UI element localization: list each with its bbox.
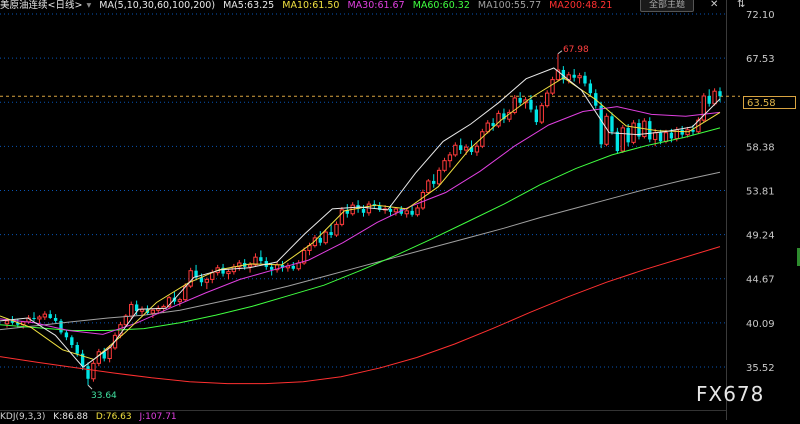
candle-body [32,317,36,319]
candle-body [415,207,420,216]
candle-body [680,129,684,135]
candle-body [318,237,322,243]
candle-body [518,97,522,103]
candle-body [123,315,129,326]
candle-body [204,278,210,283]
candle-body [653,132,658,140]
kdj-label: KDJ(9,3,3) [0,412,46,422]
candle-body [626,127,630,143]
candle-body [42,313,47,318]
candle-body [226,271,231,275]
candle-body [577,75,582,79]
ma100-line [0,171,721,331]
candle-body [544,92,550,107]
current-price-tag: 63.58 [743,96,796,109]
candle-body [129,303,134,317]
candle-body [550,79,555,94]
candle-body [658,132,663,142]
candle-body [583,75,587,84]
indicator-bar: KDJ(9,3,3) K:86.88 D:76.63 J:107.71 [0,412,182,422]
high-price-label: 67.98 [563,45,589,55]
ma60-line [0,127,721,331]
candlestick-chart[interactable]: 72.1067.5362.9658.3853.8149.2444.6740.09… [0,0,800,420]
candle-body [4,320,10,325]
candle-body [269,266,274,270]
y-tick-label: 58.38 [746,142,775,153]
candle-body [453,144,458,156]
candle-body [442,160,447,171]
candle-body [707,96,711,104]
candle-body [631,122,636,143]
candle-body [259,257,263,262]
candle-body [718,91,722,97]
y-tick-label: 67.53 [746,54,775,65]
candle-body [361,208,366,213]
candle-body [96,351,102,364]
candle-body [447,154,453,162]
candle-body [615,131,620,152]
candle-body [86,366,90,379]
fx678-watermark: FX678 [696,382,765,406]
candle-body [188,270,193,287]
kdj-j-value: J:107.71 [139,412,177,422]
candle-body [329,232,333,235]
candle-body [663,132,669,142]
candle-body [70,337,74,345]
candle-body [459,145,463,151]
low-price-label: 33.64 [91,391,117,401]
candle-body [599,105,603,145]
candle-body [436,169,442,185]
y-tick-label: 44.67 [746,275,775,286]
ma30-line [0,106,721,335]
candle-body [491,123,495,126]
candle-body [685,129,690,136]
candle-body [334,223,339,236]
candle-body [53,317,58,321]
candle-body [247,264,253,268]
candle-body [463,146,469,151]
candle-body [426,180,431,194]
y-tick-label: 49.24 [746,231,775,242]
candle-body [323,231,328,244]
kdj-d-value: D:76.63 [95,412,132,422]
candle-body [410,210,414,215]
candle-body [388,208,393,212]
candle-body [610,116,614,132]
candle-body [588,83,593,94]
candle-body [572,74,576,78]
candle-body [291,265,295,269]
candle-body [712,90,717,105]
candle-body [474,145,480,153]
y-tick-label: 40.09 [746,319,775,330]
candle-body [404,210,409,215]
candle-body [669,132,674,139]
high-marker-line [557,50,563,55]
candle-body [620,127,625,152]
candle-body [177,299,183,303]
low-marker-line [87,384,93,390]
candle-body [48,314,52,318]
candle-body [37,316,42,320]
kdj-k-value: K:86.88 [53,412,88,422]
candle-body [534,109,539,123]
candle-body [150,309,156,314]
candle-body [91,362,96,380]
candle-body [432,180,436,184]
y-tick-label: 72.10 [746,10,775,21]
chart-area[interactable]: 72.1067.5362.9658.3853.8149.2444.6740.09… [0,0,800,424]
candle-body [529,99,533,110]
candle-body [64,332,69,338]
y-tick-label: 35.52 [746,363,775,374]
candle-body [296,262,301,270]
candle-body [107,347,112,360]
candle-body [485,122,490,133]
candle-body [539,105,544,123]
candle-body [75,344,79,354]
candle-body [420,192,426,209]
y-tick-label: 53.81 [746,187,775,198]
candle-body [393,208,399,213]
